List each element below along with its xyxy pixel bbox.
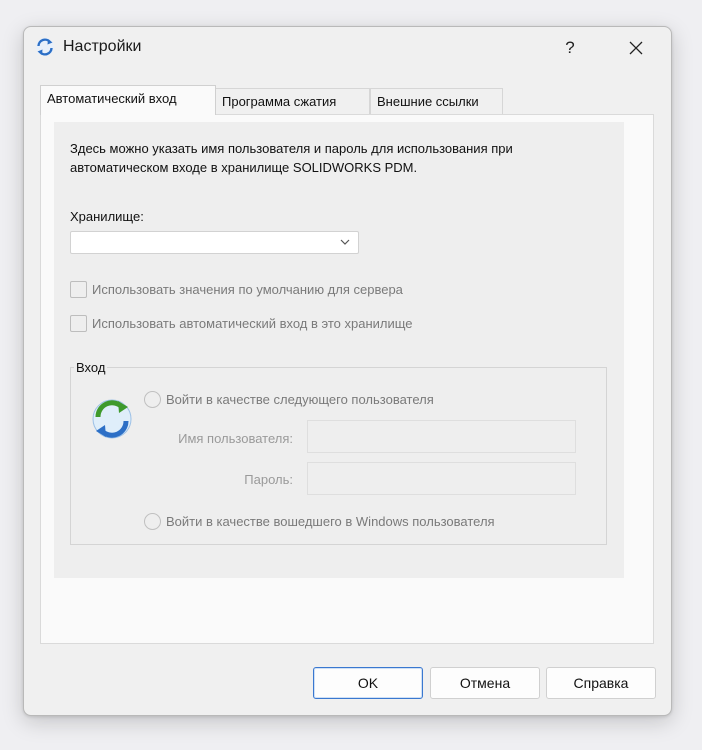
ok-button[interactable]: OK <box>313 667 423 699</box>
tab-page-autologin: Здесь можно указать имя пользователя и п… <box>40 114 654 644</box>
use-server-defaults-row: Использовать значения по умолчанию для с… <box>70 279 490 299</box>
username-label: Имя пользователя: <box>178 431 293 446</box>
window-title: Настройки <box>63 38 142 55</box>
help-button[interactable]: Справка <box>546 667 656 699</box>
use-server-defaults-checkbox[interactable] <box>70 281 87 298</box>
storage-dropdown[interactable] <box>70 231 359 254</box>
title-bar: Настройки ? <box>24 27 671 69</box>
login-groupbox: Войти в качестве следующего пользователя… <box>70 367 607 545</box>
login-as-user-label: Войти в качестве следующего пользователя <box>166 392 434 407</box>
password-input[interactable] <box>307 462 576 495</box>
cancel-button[interactable]: Отмена <box>430 667 540 699</box>
use-autologin-label: Использовать автоматический вход в это х… <box>92 316 413 331</box>
settings-dialog: Настройки ? Автоматический вход Программ… <box>23 26 672 716</box>
close-button[interactable] <box>618 33 654 63</box>
chevron-down-icon <box>340 239 350 245</box>
use-autologin-checkbox[interactable] <box>70 315 87 332</box>
app-sync-icon <box>36 38 54 56</box>
tab-external-links[interactable]: Внешние ссылки <box>370 88 503 114</box>
tab-autologin[interactable]: Автоматический вход <box>40 85 216 115</box>
login-group-title: Вход <box>74 360 108 375</box>
description-text: Здесь можно указать имя пользователя и п… <box>70 141 513 175</box>
login-as-user-radio[interactable] <box>144 391 161 408</box>
use-autologin-row: Использовать автоматический вход в это х… <box>70 313 490 333</box>
storage-label: Хранилище: <box>70 209 144 224</box>
help-title-button[interactable]: ? <box>552 33 588 63</box>
login-sync-icon <box>92 399 132 439</box>
password-label: Пароль: <box>244 472 293 487</box>
close-icon <box>629 41 643 55</box>
autologin-panel: Здесь можно указать имя пользователя и п… <box>54 122 624 578</box>
login-as-windows-radio[interactable] <box>144 513 161 530</box>
tab-compression[interactable]: Программа сжатия <box>215 88 370 114</box>
use-server-defaults-label: Использовать значения по умолчанию для с… <box>92 282 403 297</box>
username-input[interactable] <box>307 420 576 453</box>
login-as-windows-label: Войти в качестве вошедшего в Windows пол… <box>166 514 495 529</box>
